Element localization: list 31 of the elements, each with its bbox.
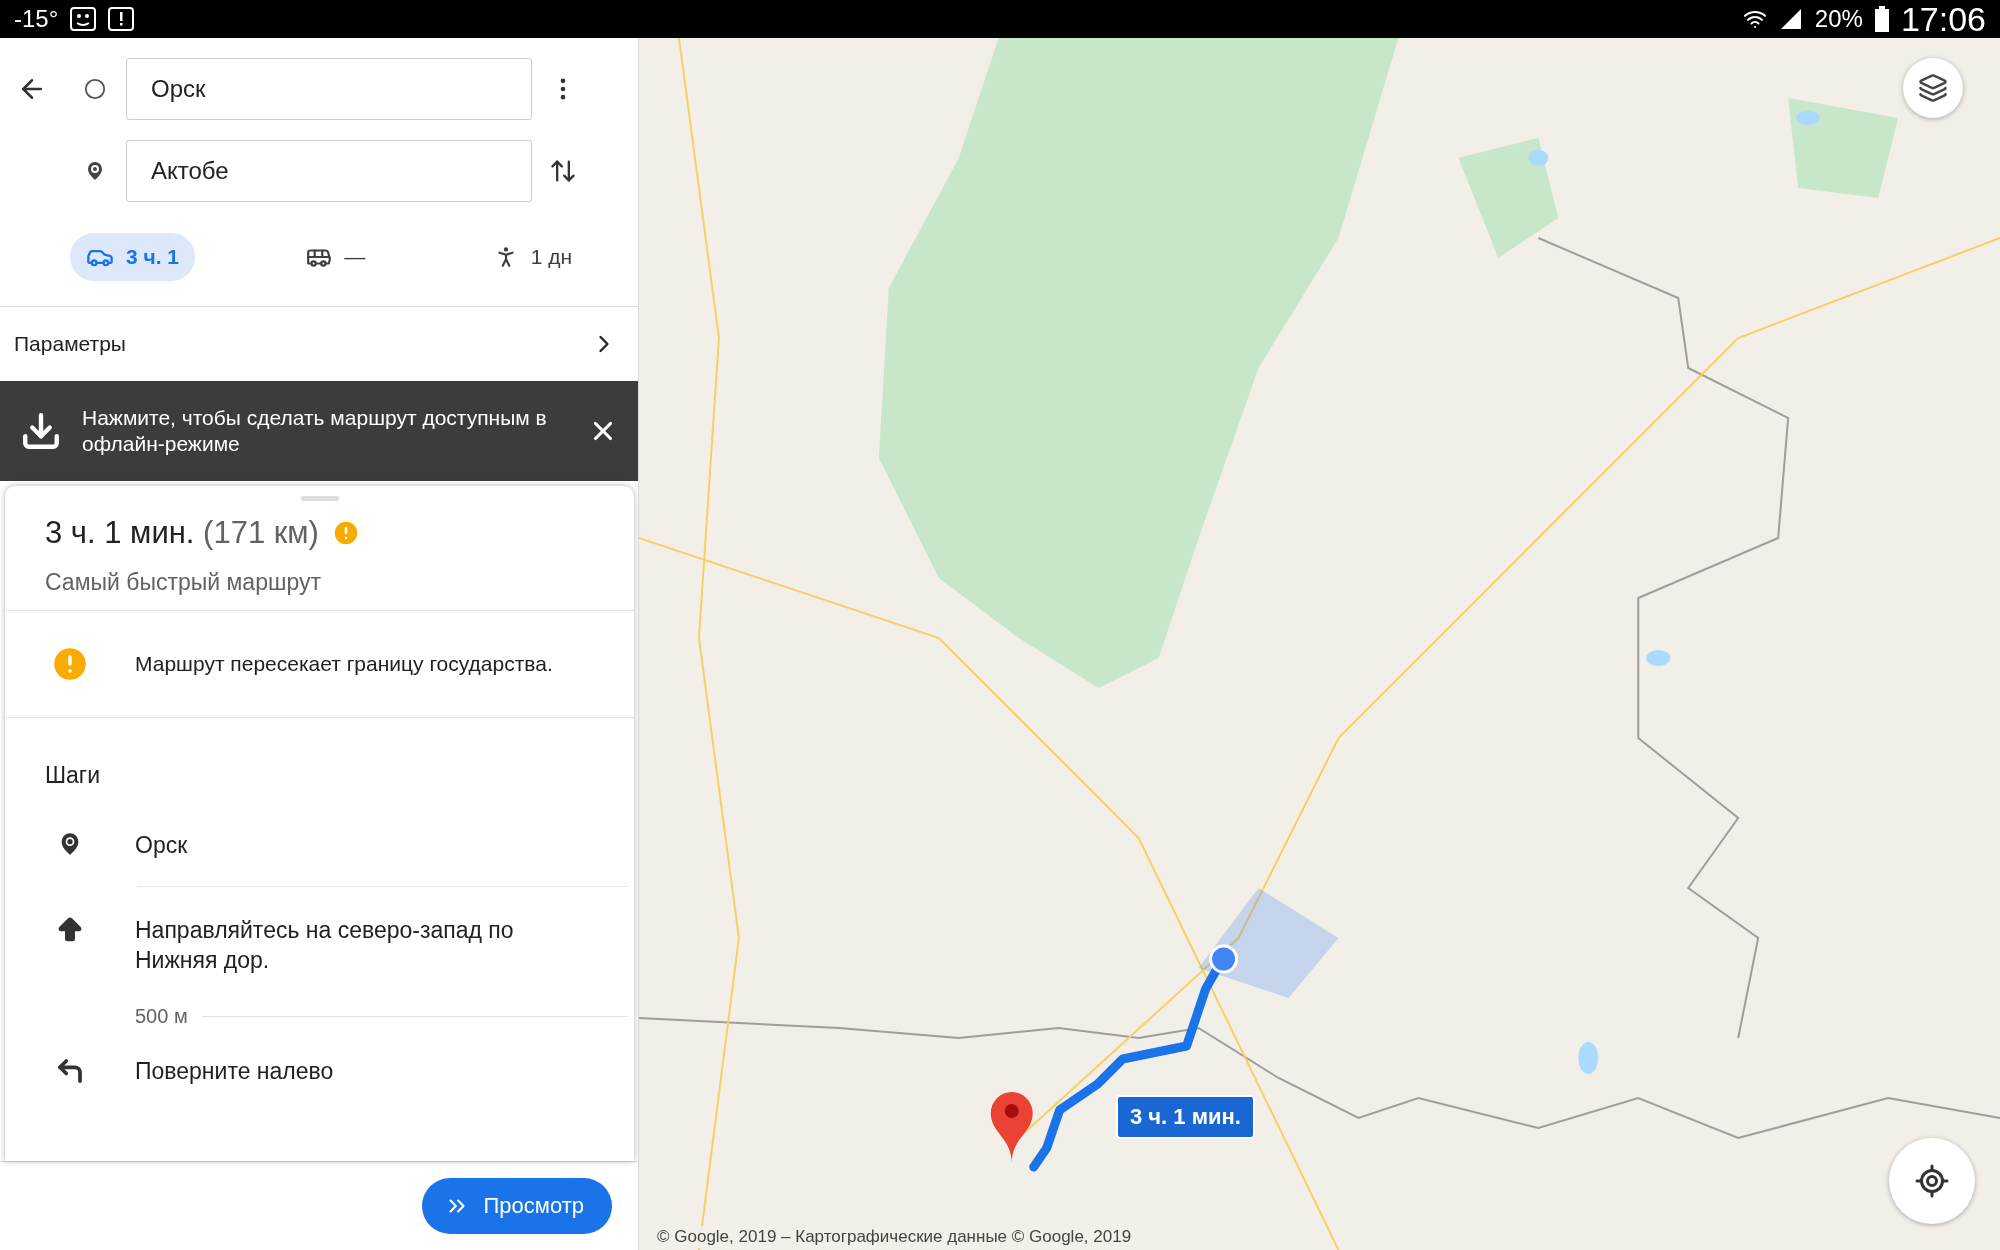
origin-field[interactable]: Орск bbox=[126, 58, 532, 120]
offline-message: Нажмите, чтобы сделать маршрут доступным в офлайн-режиме bbox=[82, 405, 548, 457]
route-summary: 3 ч. 1 мин. (171 км) bbox=[45, 515, 319, 551]
travel-mode-tab[interactable]: — bbox=[290, 234, 382, 280]
destination-field[interactable]: Актобе bbox=[126, 140, 532, 202]
notification-icon bbox=[70, 7, 97, 31]
download-icon bbox=[20, 410, 62, 452]
origin-circle-icon bbox=[84, 78, 106, 100]
options-row[interactable]: Параметры bbox=[0, 307, 638, 381]
battery-icon bbox=[1874, 6, 1889, 32]
battery-level: 20% bbox=[1814, 5, 1863, 33]
turn-left-icon bbox=[55, 1056, 85, 1086]
alert-icon bbox=[108, 7, 135, 31]
warning-text: Маршрут пересекает границу государства. bbox=[135, 652, 553, 676]
route-time-label: 3 ч. 1 мин. bbox=[1116, 1095, 1255, 1139]
step-text: Поверните налево bbox=[135, 1057, 335, 1086]
offline-banner[interactable]: Нажмите, чтобы сделать маршрут доступным в офлайн-режиме bbox=[0, 381, 638, 481]
route-subtitle: Самый быстрый маршрут bbox=[45, 569, 322, 596]
temperature: -15° bbox=[14, 5, 59, 33]
locate-icon bbox=[1914, 1163, 1950, 1199]
step-text: Орск bbox=[135, 831, 189, 860]
layers-icon bbox=[1918, 73, 1948, 103]
preview-button[interactable]: Просмотр bbox=[421, 1178, 612, 1234]
options-label: Параметры bbox=[14, 332, 126, 356]
travel-mode-tab[interactable]: 3 ч. 1 bbox=[70, 233, 196, 281]
clock: 17:06 bbox=[1900, 0, 1986, 39]
step-text: Направляйтесь на северо-запад по Нижняя дор. bbox=[135, 916, 515, 975]
step-distance: 500 м bbox=[135, 1005, 188, 1028]
travel-mode-tab[interactable]: 1 дн bbox=[476, 234, 588, 280]
drag-handle[interactable] bbox=[300, 496, 339, 501]
steps-heading: Шаги bbox=[44, 761, 102, 790]
